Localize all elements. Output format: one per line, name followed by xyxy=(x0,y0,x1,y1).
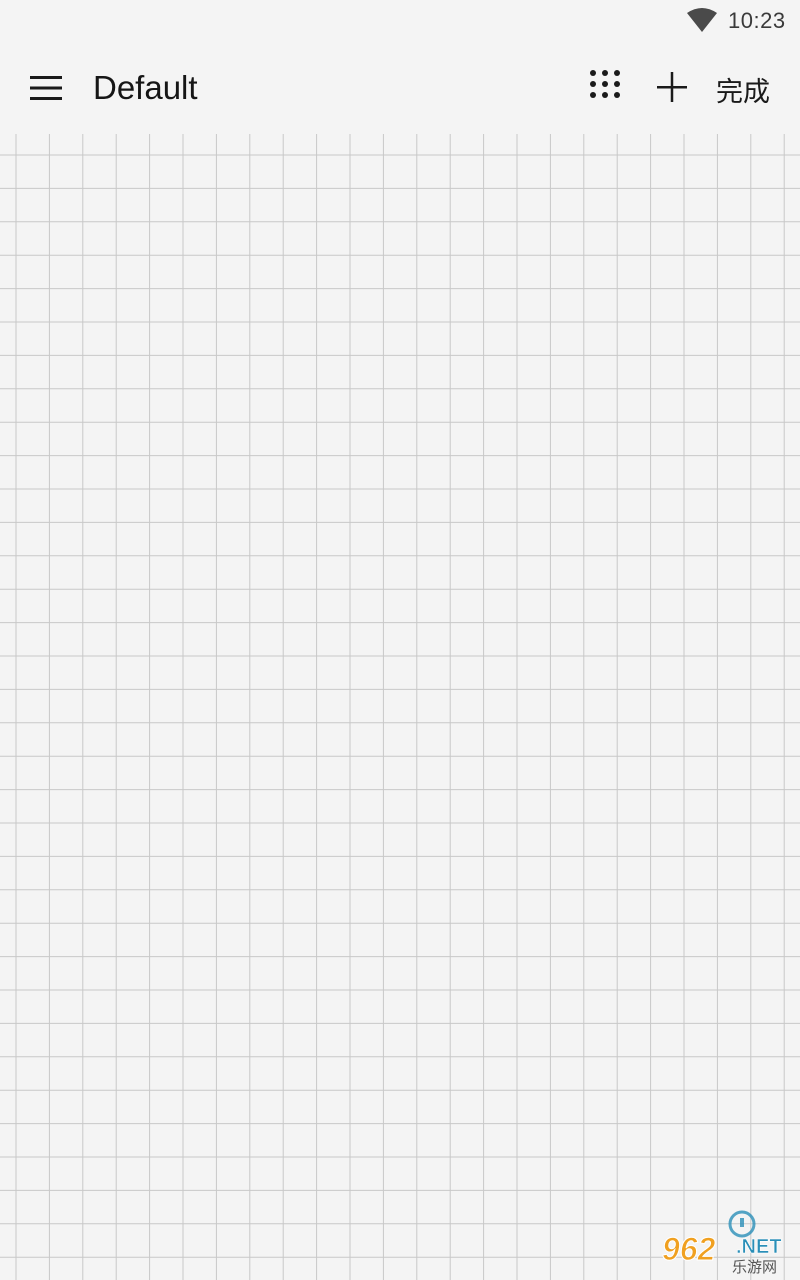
watermark-number: 962 xyxy=(662,1231,716,1267)
done-button[interactable]: 完成 xyxy=(716,70,770,109)
grid-view-button[interactable] xyxy=(582,64,628,110)
watermark-suffix: .NET xyxy=(736,1236,782,1258)
status-bar: 10:23 xyxy=(0,0,800,42)
watermark-subtext: 乐游网 xyxy=(732,1258,777,1276)
page-title: Default xyxy=(93,69,198,106)
status-time: 10:23 xyxy=(728,8,786,33)
watermark-logo: 962 .NET 乐游网 xyxy=(656,1206,796,1276)
add-button[interactable] xyxy=(650,64,694,110)
hamburger-menu-icon xyxy=(22,76,70,116)
app-toolbar: Default 完成 xyxy=(0,42,800,134)
dot-grid-icon xyxy=(582,70,628,114)
drawing-canvas[interactable] xyxy=(0,134,800,1280)
grid-paper xyxy=(0,134,800,1280)
menu-button[interactable] xyxy=(22,64,70,112)
wifi-icon xyxy=(686,7,718,33)
note-editor-screen: 10:23 Default 完成 962 .NET 乐游网 xyxy=(0,0,800,1280)
plus-icon xyxy=(650,72,694,114)
